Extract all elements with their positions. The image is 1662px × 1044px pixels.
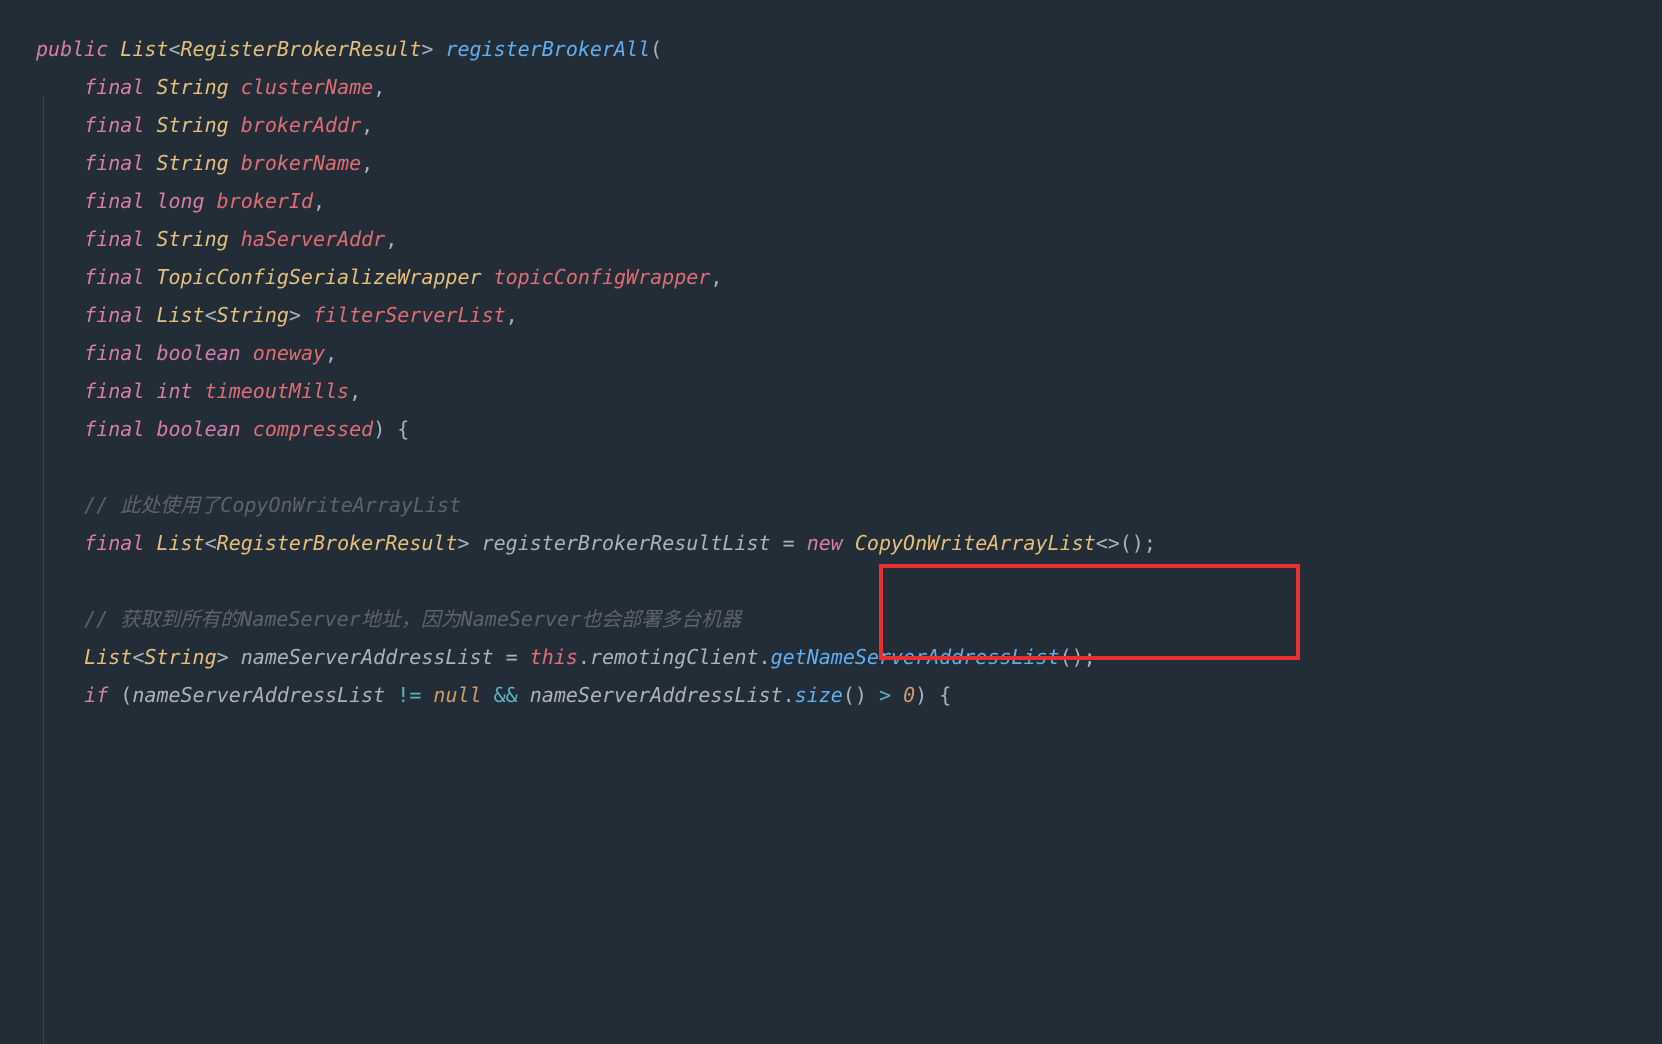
code-line-param-3: final String brokerName, xyxy=(36,144,1662,182)
code-line-param-4: final long brokerId, xyxy=(36,182,1662,220)
code-line-param-5: final String haServerAddr, xyxy=(36,220,1662,258)
code-line-param-8: final boolean oneway, xyxy=(36,334,1662,372)
code-line-param-9: final int timeoutMills, xyxy=(36,372,1662,410)
code-line-param-10: final boolean compressed) { xyxy=(36,410,1662,448)
code-line-comment-2: // 获取到所有的NameServer地址，因为NameServer也会部署多台… xyxy=(36,600,1662,638)
code-line-if: if (nameServerAddressList != null && nam… xyxy=(36,676,1662,714)
code-line-blank-1 xyxy=(36,448,1662,486)
code-line-param-6: final TopicConfigSerializeWrapper topicC… xyxy=(36,258,1662,296)
code-line-1: public List<RegisterBrokerResult> regist… xyxy=(36,30,1662,68)
code-line-comment-1: // 此处使用了CopyOnWriteArrayList xyxy=(36,486,1662,524)
code-line-ns: List<String> nameServerAddressList = thi… xyxy=(36,638,1662,676)
code-line-param-2: final String brokerAddr, xyxy=(36,106,1662,144)
code-line-decl: final List<RegisterBrokerResult> registe… xyxy=(36,524,1662,562)
code-line-param-7: final List<String> filterServerList, xyxy=(36,296,1662,334)
code-editor[interactable]: public List<RegisterBrokerResult> regist… xyxy=(36,30,1662,714)
code-line-blank-2 xyxy=(36,562,1662,600)
code-line-param-1: final String clusterName, xyxy=(36,68,1662,106)
